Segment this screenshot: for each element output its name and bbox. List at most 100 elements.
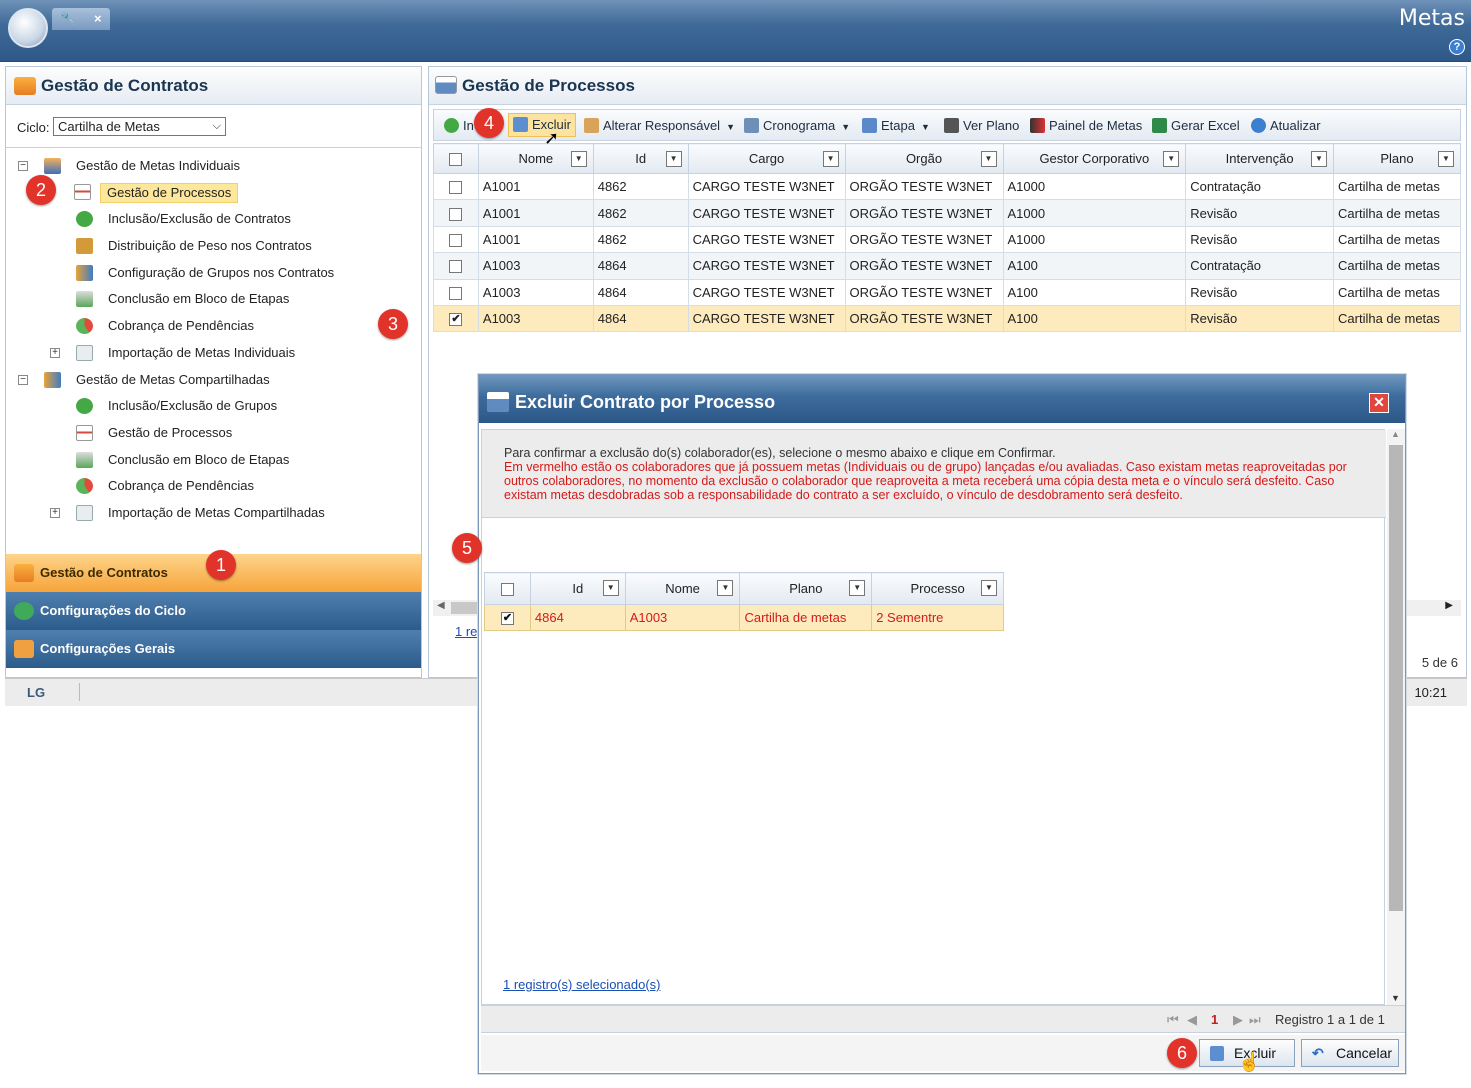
filter-dropdown-icon[interactable]: ▼ — [822, 151, 839, 167]
row-checkbox[interactable] — [449, 260, 463, 274]
calendar-icon — [487, 392, 509, 412]
mouse-cursor-icon: ➚ — [544, 128, 560, 148]
select-all-checkbox[interactable] — [500, 583, 514, 597]
collapse-icon[interactable]: − — [18, 375, 28, 385]
filter-dropdown-icon[interactable]: ▼ — [849, 580, 866, 596]
painel-metas-button[interactable]: Painel de Metas — [1030, 116, 1142, 136]
gerar-excel-button[interactable]: Gerar Excel — [1152, 116, 1240, 136]
col-nome[interactable]: Nome ▼ — [624, 572, 741, 605]
scroll-right-icon[interactable]: ▶ — [1445, 600, 1453, 611]
current-page[interactable]: 1 — [1211, 1012, 1218, 1027]
filter-dropdown-icon[interactable]: ▼ — [602, 580, 619, 596]
close-icon[interactable]: ✕ — [1369, 393, 1389, 413]
ciclo-select[interactable]: Cartilha de Metas ⌵ — [53, 117, 226, 136]
filter-dropdown-icon[interactable]: ▼ — [570, 151, 587, 167]
filter-dropdown-icon[interactable]: ▼ — [717, 580, 734, 596]
scroll-thumb[interactable] — [451, 602, 477, 614]
filter-dropdown-icon[interactable]: ▼ — [980, 151, 997, 167]
accordion-config-gerais[interactable]: Configurações Gerais — [6, 630, 421, 668]
col-intervencao[interactable]: Intervenção ▼ — [1185, 143, 1335, 174]
col-id[interactable]: Id ▼ — [529, 572, 626, 605]
step-badge: 3 — [378, 309, 408, 339]
alterar-responsavel-button[interactable]: Alterar Responsável ▼ — [584, 116, 735, 136]
row-checkbox[interactable] — [449, 234, 463, 247]
table-row[interactable]: A1003 4864 CARGO TESTE W3NET ORGÃO TESTE W3… — [433, 252, 1461, 280]
dialog-body: Para confirmar a exclusão do(s) colabora… — [481, 429, 1386, 1005]
scroll-thumb[interactable] — [1389, 445, 1403, 911]
ver-plano-button[interactable]: Ver Plano — [944, 116, 1019, 136]
table-row-selected[interactable]: ✔ A1003 4864 CARGO TESTE W3NET ORGÃO TESTE W… — [433, 304, 1461, 333]
pager-info: Registro 1 a 1 de 1 — [1275, 1012, 1385, 1027]
calendar-icon — [435, 76, 457, 94]
pie-icon — [76, 318, 93, 334]
table-row-selected[interactable]: ✔ 4864 A1003 Cartilha de metas 2 Sementr… — [484, 604, 1004, 631]
schedule-icon — [744, 118, 759, 133]
table-row[interactable]: A1001 4862 CARGO TESTE W3NET ORGÃO TESTE W3… — [433, 199, 1461, 227]
col-orgao[interactable]: Orgão ▼ — [844, 143, 1004, 174]
row-checkbox[interactable]: ✔ — [500, 612, 514, 626]
row-checkbox[interactable]: ✔ — [449, 313, 463, 327]
binoculars-icon — [944, 118, 959, 133]
col-nome[interactable]: Nome ▼ — [477, 143, 594, 174]
col-plano[interactable]: Plano ▼ — [739, 572, 873, 605]
expand-icon[interactable]: + — [50, 508, 60, 518]
vertical-scrollbar[interactable]: ▲ ▼ — [1387, 429, 1405, 1005]
select-all-checkbox-cell[interactable] — [484, 572, 531, 605]
filter-dropdown-icon[interactable]: ▼ — [665, 151, 682, 167]
wrench-icon — [14, 640, 34, 658]
user-edit-icon — [584, 118, 599, 133]
tool-tab[interactable]: 🔧 × — [52, 8, 110, 30]
first-page-icon[interactable]: ⏮ — [1167, 1012, 1179, 1028]
row-checkbox[interactable] — [449, 207, 463, 221]
scroll-up-icon[interactable]: ▲ — [1391, 429, 1400, 439]
row-checkbox[interactable] — [449, 181, 463, 195]
select-all-checkbox-cell[interactable] — [433, 143, 479, 174]
selected-records-link[interactable]: 1 re — [455, 624, 477, 639]
scroll-left-icon[interactable]: ◀ — [437, 600, 445, 611]
atualizar-button[interactable]: Atualizar — [1251, 116, 1321, 136]
step-badge: 4 — [474, 108, 504, 138]
etapa-button[interactable]: Etapa ▼ — [862, 116, 930, 136]
contracts-icon — [14, 77, 36, 95]
filter-dropdown-icon[interactable]: ▼ — [1311, 151, 1328, 167]
cronograma-button[interactable]: Cronograma ▼ — [744, 116, 850, 136]
chevron-down-icon: ▼ — [841, 122, 851, 132]
excluir-button[interactable]: Excluir — [508, 113, 577, 137]
select-all-checkbox[interactable] — [449, 153, 463, 167]
app-logo-icon[interactable] — [8, 8, 48, 48]
pager-info: 5 de 6 — [1421, 655, 1458, 670]
help-icon[interactable]: ? — [1449, 39, 1465, 55]
next-page-icon[interactable]: ▶ — [1233, 1012, 1243, 1028]
collapse-icon[interactable]: − — [18, 161, 28, 171]
cancelar-button[interactable]: ↶ Cancelar — [1301, 1039, 1399, 1067]
accordion-config-ciclo[interactable]: Configurações do Ciclo — [6, 592, 421, 630]
trash-icon — [1210, 1046, 1224, 1061]
processos-grid: Nome ▼ Id ▼ Cargo ▼ Orgão ▼ Gestor Corporati… — [433, 143, 1461, 333]
confirm-instruction: Para confirmar a exclusão do(s) colabora… — [504, 446, 1056, 460]
last-page-icon[interactable]: ⏭ — [1249, 1012, 1261, 1028]
table-row[interactable]: A1003 4864 CARGO TESTE W3NET ORGÃO TESTE W3… — [433, 278, 1461, 306]
dialog-message: Para confirmar a exclusão do(s) colabora… — [482, 430, 1386, 518]
table-row[interactable]: A1001 4862 CARGO TESTE W3NET ORGÃO TESTE W3… — [433, 225, 1461, 254]
selected-records-link[interactable]: 1 registro(s) selecionado(s) — [503, 977, 661, 992]
filter-dropdown-icon[interactable]: ▼ — [1438, 151, 1454, 167]
scroll-down-icon[interactable]: ▼ — [1391, 993, 1400, 1003]
hand-cursor-icon: ☝ — [1238, 1052, 1261, 1072]
expand-icon[interactable]: + — [50, 348, 60, 358]
incluir-button[interactable]: In — [444, 116, 474, 136]
filter-dropdown-icon[interactable]: ▼ — [1163, 151, 1180, 167]
warning-text: Em vermelho estão os colaboradores que j… — [504, 460, 1347, 502]
filter-dropdown-icon[interactable]: ▼ — [981, 580, 997, 596]
col-plano[interactable]: Plano ▼ — [1333, 143, 1461, 174]
tab-close-icon[interactable]: × — [94, 8, 102, 30]
calendar-icon — [74, 184, 91, 200]
col-id[interactable]: Id ▼ — [592, 143, 689, 174]
table-row[interactable]: A1001 4862 CARGO TESTE W3NET ORGÃO TESTE W3… — [433, 172, 1461, 201]
col-processo[interactable]: Processo ▼ — [871, 572, 1004, 605]
lg-logo: LG — [27, 685, 46, 700]
col-gestor[interactable]: Gestor Corporativo ▼ — [1002, 143, 1187, 174]
prev-page-icon[interactable]: ◀ — [1187, 1012, 1197, 1028]
col-cargo[interactable]: Cargo ▼ — [687, 143, 846, 174]
dialog-grid: Id ▼ Nome ▼ Plano ▼ Processo ▼ ✔ 4864 A1003 … — [484, 572, 1004, 631]
row-checkbox[interactable] — [449, 286, 463, 300]
